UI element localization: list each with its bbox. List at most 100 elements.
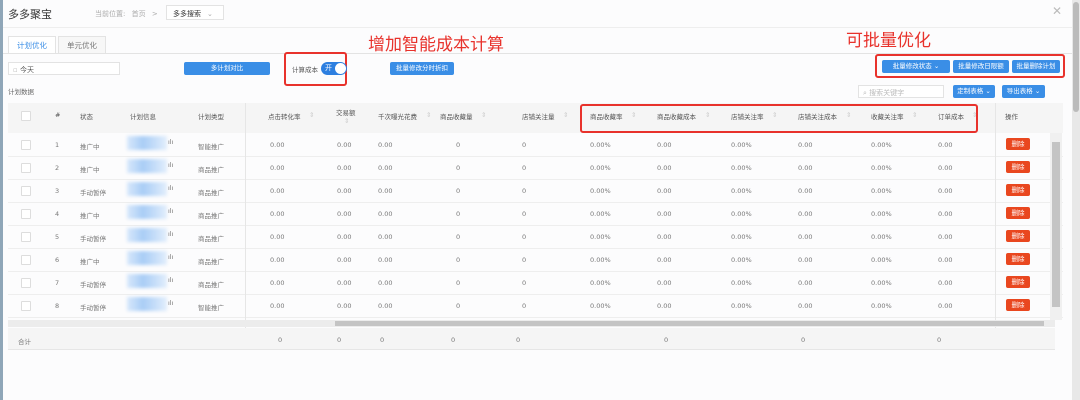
column-header: # (55, 111, 61, 119)
cost-calc-toggle[interactable]: 开 (321, 62, 347, 75)
row-index: 2 (55, 164, 60, 172)
row-checkbox[interactable] (21, 255, 31, 265)
row-value: 0 (522, 279, 527, 287)
custom-table-button[interactable]: 定制表格 ⌄ (953, 85, 995, 98)
row-checkbox[interactable] (21, 301, 31, 311)
table-horizontal-scrollbar-thumb[interactable] (335, 321, 1044, 326)
column-header: 商品收藏成本 (657, 113, 696, 121)
tab-unit-optimize[interactable]: 单元优化 (58, 36, 106, 53)
sort-icon[interactable]: ⇕ (912, 111, 917, 119)
sort-icon[interactable]: ⇕ (972, 111, 977, 119)
button-label: 批量修改状态 (892, 62, 932, 70)
row-value: 0.00 (938, 210, 953, 218)
row-value: 0.00 (938, 164, 953, 172)
calendar-icon: ▫ (13, 66, 18, 74)
sort-icon[interactable]: ⇕ (772, 111, 777, 119)
column-header: 商品收藏量 (440, 113, 473, 121)
sort-icon[interactable]: ⇕ (705, 111, 710, 119)
delete-button[interactable]: 删除 (1006, 207, 1030, 219)
breadcrumb-current-select[interactable]: 多多搜索 ⌄ (166, 5, 224, 20)
row-value: 0.00 (270, 233, 285, 241)
row-value: 0 (456, 141, 461, 149)
row-status: 推广中 (80, 143, 100, 151)
chart-icon[interactable]: ılı (168, 230, 173, 238)
chart-icon[interactable]: ılı (168, 184, 173, 192)
chart-icon[interactable]: ılı (168, 161, 173, 169)
close-icon[interactable]: ✕ (1052, 4, 1062, 18)
sort-icon[interactable]: ⇕ (481, 111, 486, 119)
sort-icon[interactable]: ⇕ (846, 111, 851, 119)
plan-info-redacted[interactable] (127, 297, 167, 311)
app-title: 多多聚宝 (8, 8, 52, 21)
row-checkbox[interactable] (21, 278, 31, 288)
row-status: 推广中 (80, 166, 100, 174)
row-value: 0.00% (731, 141, 752, 149)
chart-icon[interactable]: ılı (168, 299, 173, 307)
sort-icon[interactable]: ⇕ (309, 111, 314, 119)
delete-button[interactable]: 删除 (1006, 253, 1030, 265)
row-value: 0.00 (657, 187, 672, 195)
annotation-smart-cost: 增加智能成本计算 (368, 35, 504, 55)
delete-button[interactable]: 删除 (1006, 184, 1030, 196)
chart-icon[interactable]: ılı (168, 276, 173, 284)
row-value: 0.00% (871, 256, 892, 264)
delete-button[interactable]: 删除 (1006, 161, 1030, 173)
row-checkbox[interactable] (21, 209, 31, 219)
sort-icon[interactable]: ⇕ (426, 111, 431, 119)
row-value: 0.00% (590, 302, 611, 310)
batch-status-button[interactable]: 批量修改状态 ⌄ (882, 60, 950, 73)
delete-button[interactable]: 删除 (1006, 230, 1030, 242)
plan-info-redacted[interactable] (127, 205, 167, 219)
row-checkbox[interactable] (21, 186, 31, 196)
compare-plans-button[interactable]: 多计划对比 (184, 62, 270, 75)
plan-info-redacted[interactable] (127, 182, 167, 196)
select-all-checkbox[interactable] (21, 111, 31, 121)
row-plan-type: 商品推广 (198, 258, 224, 266)
column-header: 交易额 (336, 109, 356, 117)
plan-info-redacted[interactable] (127, 274, 167, 288)
page-scrollbar-thumb[interactable] (1073, 2, 1079, 112)
keyword-search-input[interactable]: ⌕ 搜索关键字 (858, 85, 944, 98)
row-value: 0 (456, 256, 461, 264)
row-plan-type: 商品推广 (198, 166, 224, 174)
plan-info-redacted[interactable] (127, 159, 167, 173)
sort-icon[interactable]: ⇕ (563, 111, 568, 119)
delete-button[interactable]: 删除 (1006, 138, 1030, 150)
plan-info-redacted[interactable] (127, 136, 167, 150)
delete-button[interactable]: 删除 (1006, 276, 1030, 288)
totals-value: 0 (516, 336, 521, 344)
plan-info-redacted[interactable] (127, 251, 167, 265)
row-value: 0 (522, 164, 527, 172)
row-divider (8, 317, 1063, 318)
breadcrumb-separator: > (151, 10, 158, 18)
row-value: 0.00% (731, 302, 752, 310)
batch-discount-button[interactable]: 批量修改分时折扣 (390, 62, 454, 75)
row-checkbox[interactable] (21, 163, 31, 173)
row-checkbox[interactable] (21, 232, 31, 242)
delete-button[interactable]: 删除 (1006, 299, 1030, 311)
chart-icon[interactable]: ılı (168, 207, 173, 215)
sort-icon[interactable]: ⇕ (631, 111, 636, 119)
table-vertical-scrollbar-thumb[interactable] (1052, 142, 1060, 307)
row-checkbox[interactable] (21, 140, 31, 150)
breadcrumb-label: 当前位置: (95, 10, 126, 18)
sort-icon[interactable]: ⇕ (344, 117, 349, 125)
batch-budget-button[interactable]: 批量修改日限额 (953, 60, 1009, 73)
totals-value: 0 (451, 336, 456, 344)
chart-icon[interactable]: ılı (168, 253, 173, 261)
row-value: 0.00 (798, 279, 813, 287)
tab-plan-optimize[interactable]: 计划优化 (8, 36, 56, 53)
row-status: 推广中 (80, 258, 100, 266)
plan-info-redacted[interactable] (127, 228, 167, 242)
export-table-button[interactable]: 导出表格 ⌄ (1002, 85, 1045, 98)
row-index: 6 (55, 256, 60, 264)
breadcrumb-home[interactable]: 首页 (132, 10, 146, 18)
row-value: 0.00% (731, 256, 752, 264)
batch-delete-button[interactable]: 批量删除计划 (1012, 60, 1060, 73)
chart-icon[interactable]: ılı (168, 138, 173, 146)
row-value: 0.00% (590, 279, 611, 287)
row-value: 0.00% (590, 233, 611, 241)
button-label: 导出表格 (1006, 87, 1033, 95)
row-value: 0.00 (657, 279, 672, 287)
date-picker[interactable]: ▫ 今天 (8, 62, 120, 75)
